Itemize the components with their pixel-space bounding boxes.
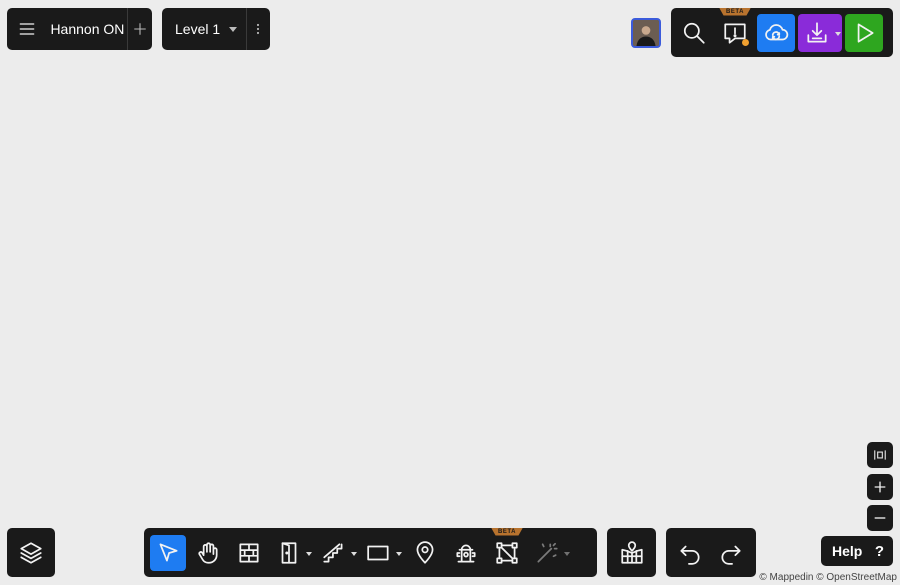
layers-button[interactable] (12, 534, 50, 572)
map-panel (607, 528, 656, 577)
project-panel: Hannon ON (7, 8, 152, 50)
hydrant-tool[interactable] (447, 534, 485, 572)
minus-icon (874, 517, 886, 519)
door-tool[interactable] (271, 534, 313, 572)
location-tool[interactable] (406, 534, 444, 572)
shape-tool[interactable] (361, 534, 403, 572)
beta-badge: BETA (491, 527, 523, 536)
chevron-down-icon (564, 551, 570, 556)
redo-button[interactable] (712, 534, 750, 572)
pan-tool[interactable] (189, 534, 227, 572)
chevron-down-icon (229, 26, 238, 32)
stairs-icon (323, 542, 343, 563)
download-tray-icon (807, 21, 827, 43)
undo-button[interactable] (671, 534, 709, 572)
fit-bounds-icon (874, 450, 886, 460)
polygon-tool[interactable]: BETA (488, 527, 526, 572)
issues-button[interactable]: BETA (716, 7, 754, 52)
chevron-down-icon (396, 551, 402, 556)
layers-icon (20, 541, 42, 564)
hand-icon (198, 541, 218, 564)
search-icon (683, 22, 705, 44)
preview-button[interactable] (845, 13, 883, 52)
cloud-sync-icon (765, 23, 789, 40)
magic-tool[interactable] (529, 534, 571, 572)
undo-icon (680, 545, 700, 565)
brick-wall-icon (239, 542, 259, 563)
rectangle-icon (367, 545, 389, 560)
vector-polygon-icon (496, 541, 518, 564)
level-selector[interactable]: Level 1 (162, 8, 246, 50)
hamburger-icon (19, 23, 35, 35)
history-panel (666, 528, 756, 577)
stairs-tool[interactable] (316, 534, 358, 572)
fit-view-button[interactable] (867, 442, 893, 468)
tools-panel: BETA (144, 527, 597, 577)
building-map-icon (620, 540, 643, 564)
redo-icon (721, 545, 741, 565)
map-pin-icon (416, 540, 434, 564)
select-tool[interactable] (150, 534, 186, 571)
plus-icon (134, 23, 147, 35)
user-photo-icon (633, 20, 659, 46)
question-icon: ? (874, 542, 884, 560)
chevron-down-icon (306, 551, 312, 556)
chevron-down-icon (351, 551, 357, 556)
fire-hydrant-icon (456, 544, 476, 563)
project-name[interactable]: Hannon ON (50, 21, 125, 37)
help-label: Help (832, 543, 863, 559)
level-options-button[interactable] (247, 10, 269, 48)
publish-button[interactable] (757, 13, 795, 52)
help-button[interactable]: Help ? (821, 536, 893, 566)
actions-panel: BETA (671, 7, 893, 57)
chevron-down-icon (835, 31, 841, 36)
export-button[interactable] (798, 13, 842, 52)
door-icon (281, 541, 297, 564)
layers-panel (7, 528, 55, 577)
zoom-out-button[interactable] (867, 505, 893, 531)
notification-dot (742, 38, 749, 46)
cursor-arrow-icon (159, 542, 178, 561)
plus-icon (874, 481, 886, 493)
magic-wand-icon (537, 542, 558, 563)
search-button[interactable] (675, 14, 713, 52)
beta-badge: BETA (719, 7, 751, 16)
more-vertical-icon (256, 23, 260, 35)
add-project-button[interactable] (128, 10, 152, 48)
level-label: Level 1 (175, 21, 221, 37)
menu-button[interactable] (7, 10, 46, 48)
play-icon (857, 22, 874, 43)
map-view-button[interactable] (613, 534, 651, 572)
map-attribution: © Mappedin © OpenStreetMap (759, 572, 897, 583)
zoom-in-button[interactable] (867, 474, 893, 500)
wall-tool[interactable] (230, 534, 268, 572)
avatar[interactable] (631, 18, 661, 48)
level-panel: Level 1 (162, 8, 270, 50)
